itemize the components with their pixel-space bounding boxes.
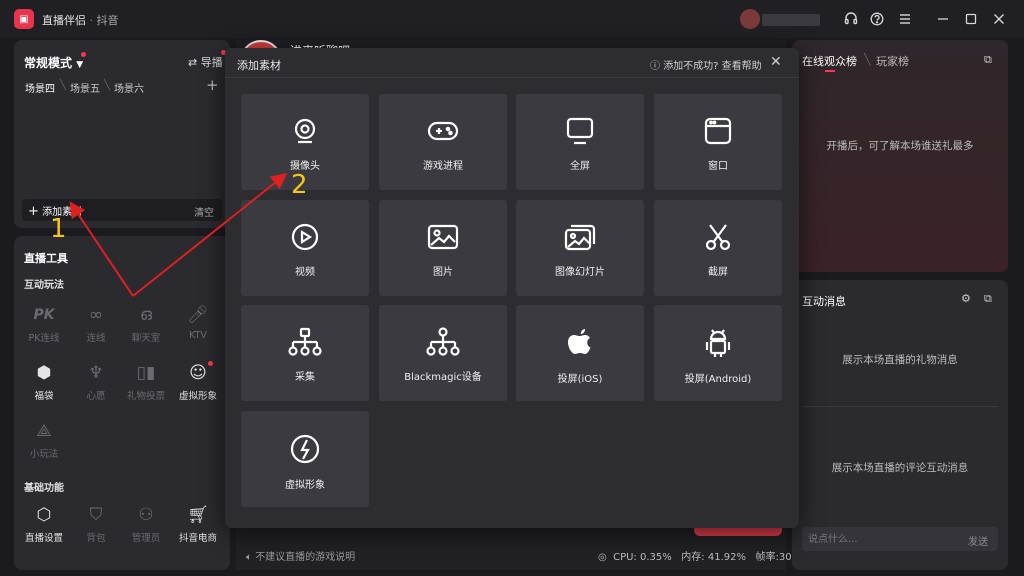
annotation-number-2: 2 (291, 170, 308, 200)
annotation-arrows (69, 173, 288, 297)
arrow-to-camera-tile (132, 173, 288, 297)
arrow-to-add-material (69, 201, 134, 297)
annotation-number-1: 1 (50, 214, 67, 244)
